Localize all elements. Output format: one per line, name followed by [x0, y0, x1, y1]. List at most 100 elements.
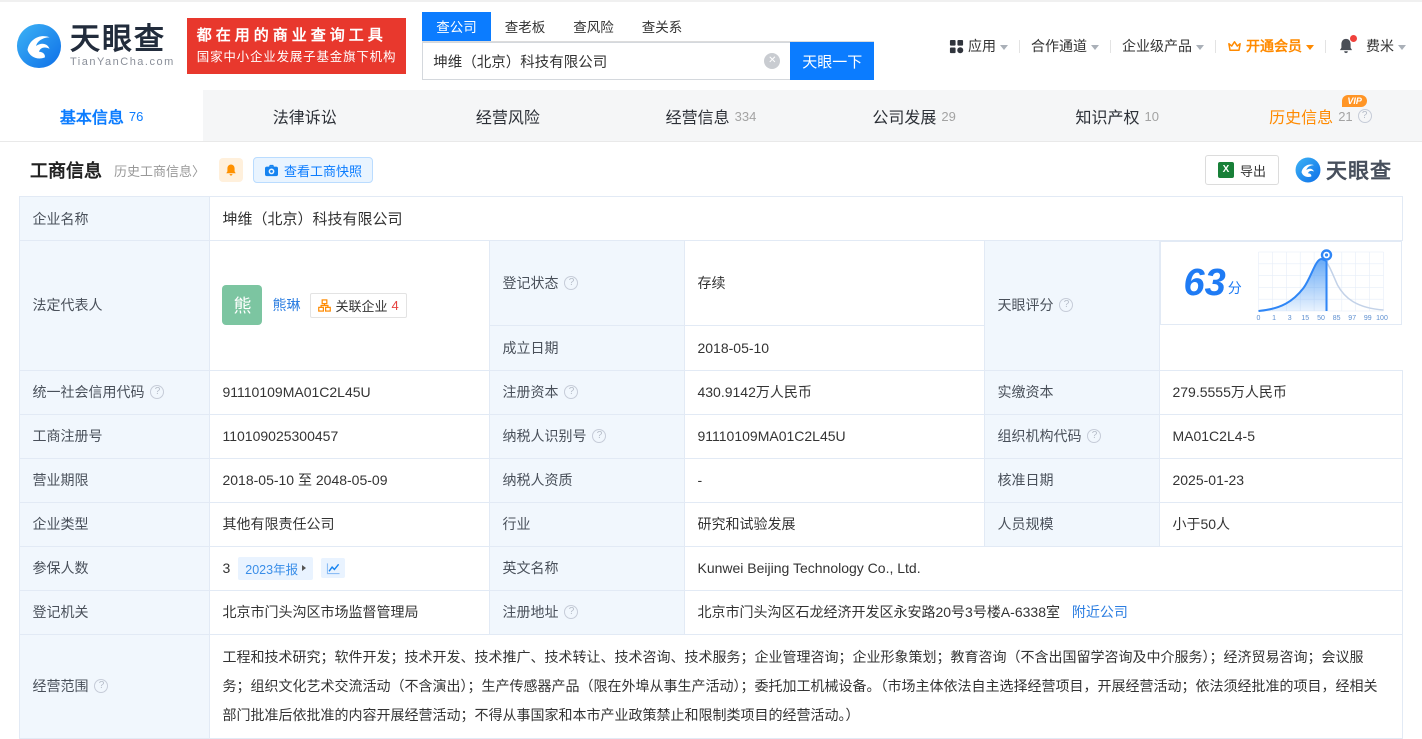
monitor-bell-button[interactable] [219, 158, 243, 182]
nav-partner-channel[interactable]: 合作通道 [1031, 36, 1099, 56]
camera-icon [264, 164, 279, 177]
help-icon[interactable]: ? [94, 679, 108, 693]
promo-banner[interactable]: 都在用的商业查询工具 国家中小企业发展子基金旗下机构 [187, 18, 407, 73]
svg-text:15: 15 [1301, 315, 1309, 322]
search-tab-relation[interactable]: 查关系 [628, 12, 697, 41]
insured-trend-chart-button[interactable] [321, 558, 345, 578]
org-code-label: 组织机构代码? [985, 414, 1160, 458]
bell-icon [224, 163, 238, 177]
nav-apps[interactable]: 应用 [949, 36, 1008, 56]
tab-legal-proceedings[interactable]: 法律诉讼 [203, 90, 406, 141]
notifications-bell[interactable] [1337, 37, 1355, 55]
score-axis-ticks: 0 1 3 15 50 85 97 99 100 [1256, 315, 1387, 322]
help-icon[interactable]: ? [1358, 109, 1372, 123]
search-area: 查公司 查老板 查风险 查关系 ✕ 天眼一下 [422, 12, 874, 80]
business-info-table: 企业名称 坤维（北京）科技有限公司 法定代表人 熊 熊琳 [19, 196, 1402, 739]
history-business-info-link[interactable]: 历史工商信息〉 [114, 161, 205, 180]
help-icon[interactable]: ? [592, 429, 606, 443]
svg-text:99: 99 [1364, 315, 1372, 322]
tab-operation-info[interactable]: 经营信息 334 [609, 90, 812, 141]
industry-label: 行业 [490, 502, 685, 546]
watermark-logo: 天眼查 [1295, 155, 1392, 185]
industry-value: 研究和试验发展 [685, 502, 985, 546]
reg-authority-label: 登记机关 [20, 590, 210, 634]
taxpayer-id-value: 91110109MA01C2L45U [685, 414, 985, 458]
legal-rep-label: 法定代表人 [20, 241, 210, 371]
insured-count-value: 3 [222, 560, 230, 576]
search-tab-boss[interactable]: 查老板 [491, 12, 560, 41]
approval-date-label: 核准日期 [985, 458, 1160, 502]
divider [1325, 40, 1326, 53]
reg-address-value: 北京市门头沟区石龙经济开发区永安路20号3号楼A-6338室 [697, 604, 1060, 620]
score-cell: 63分 [1160, 241, 1402, 325]
help-icon[interactable]: ? [564, 605, 578, 619]
top-nav: 应用 合作通道 企业级产品 开通会员 费米 [949, 36, 1406, 56]
paid-capital-label: 实缴资本 [985, 370, 1160, 414]
chevron-down-icon [1000, 45, 1008, 50]
business-term-value: 2018-05-10 至 2048-05-09 [210, 458, 490, 502]
nearby-companies-link[interactable]: 附近公司 [1072, 604, 1128, 620]
tab-history-info[interactable]: VIP 历史信息 21 ? [1219, 90, 1422, 141]
business-term-label: 营业期限 [20, 458, 210, 502]
help-icon[interactable]: ? [1059, 298, 1073, 312]
search-tab-company[interactable]: 查公司 [422, 12, 491, 41]
reg-authority-value: 北京市门头沟区市场监督管理局 [210, 590, 490, 634]
org-chart-icon [318, 299, 331, 312]
nav-open-vip[interactable]: 开通会员 [1227, 36, 1314, 56]
related-companies-badge[interactable]: 关联企业 4 [310, 293, 406, 318]
tab-basic-info[interactable]: 基本信息 76 [0, 90, 203, 141]
crown-icon [1227, 39, 1242, 54]
company-name-label: 企业名称 [20, 197, 210, 241]
triangle-icon [302, 565, 306, 571]
legal-rep-cell: 熊 熊琳 关联企业 4 [210, 241, 490, 371]
insured-count-label: 参保人数 [20, 546, 210, 590]
score-distribution-chart: 0 1 3 15 50 85 97 99 100 [1252, 244, 1390, 322]
tab-operation-risk[interactable]: 经营风险 [406, 90, 609, 141]
company-type-value: 其他有限责任公司 [210, 502, 490, 546]
tab-company-development[interactable]: 公司发展 29 [813, 90, 1016, 141]
tianyancha-logo-icon [16, 23, 62, 69]
approval-date-value: 2025-01-23 [1160, 458, 1402, 502]
svg-text:3: 3 [1288, 315, 1292, 322]
search-tab-risk[interactable]: 查风险 [559, 12, 628, 41]
establish-date-label: 成立日期 [490, 325, 685, 370]
taxpayer-id-label: 纳税人识别号? [490, 414, 685, 458]
search-input[interactable] [422, 42, 790, 80]
company-tab-bar: 基本信息 76 法律诉讼 经营风险 经营信息 334 公司发展 29 知识产权 … [0, 90, 1422, 142]
nav-enterprise-products[interactable]: 企业级产品 [1122, 36, 1204, 56]
help-icon[interactable]: ? [150, 385, 164, 399]
score-value: 63 [1183, 264, 1225, 302]
view-business-snapshot-button[interactable]: 查看工商快照 [253, 157, 373, 183]
search-button[interactable]: 天眼一下 [790, 42, 874, 80]
export-button[interactable]: X 导出 [1205, 155, 1279, 185]
app-grid-icon [949, 39, 964, 54]
nav-user-menu[interactable]: 费米 [1366, 36, 1406, 56]
chevron-down-icon [1091, 45, 1099, 50]
section-header: 工商信息 历史工商信息〉 查看工商快照 X 导出 天眼查 [0, 142, 1422, 196]
help-icon[interactable]: ? [1087, 429, 1101, 443]
legal-rep-avatar[interactable]: 熊 [222, 285, 262, 325]
svg-text:1: 1 [1272, 315, 1276, 322]
reg-no-label: 工商注册号 [20, 414, 210, 458]
reg-status-label: 登记状态? [490, 241, 685, 326]
paid-capital-value: 279.5555万人民币 [1160, 370, 1402, 414]
divider [1110, 40, 1111, 53]
taxpayer-qualification-value: - [685, 458, 985, 502]
notification-dot [1350, 35, 1357, 42]
help-icon[interactable]: ? [564, 385, 578, 399]
logo-domain: TianYanCha.com [70, 56, 175, 68]
excel-icon: X [1218, 162, 1234, 178]
search-tabs: 查公司 查老板 查风险 查关系 [422, 12, 874, 42]
reg-capital-value: 430.9142万人民币 [685, 370, 985, 414]
business-scope-label: 经营范围? [20, 634, 210, 738]
annual-report-badge[interactable]: 2023年报 [238, 557, 313, 580]
score-label: 天眼评分? [985, 241, 1160, 371]
tab-intellectual-property[interactable]: 知识产权 10 [1016, 90, 1219, 141]
reg-status-value: 存续 [685, 241, 985, 326]
help-icon[interactable]: ? [564, 276, 578, 290]
promo-line1: 都在用的商业查询工具 [197, 25, 397, 48]
reg-address-label: 注册地址? [490, 590, 685, 634]
establish-date-value: 2018-05-10 [685, 325, 985, 370]
legal-rep-name-link[interactable]: 熊琳 [272, 295, 300, 315]
site-logo[interactable]: 天眼查 TianYanCha.com [16, 23, 175, 69]
